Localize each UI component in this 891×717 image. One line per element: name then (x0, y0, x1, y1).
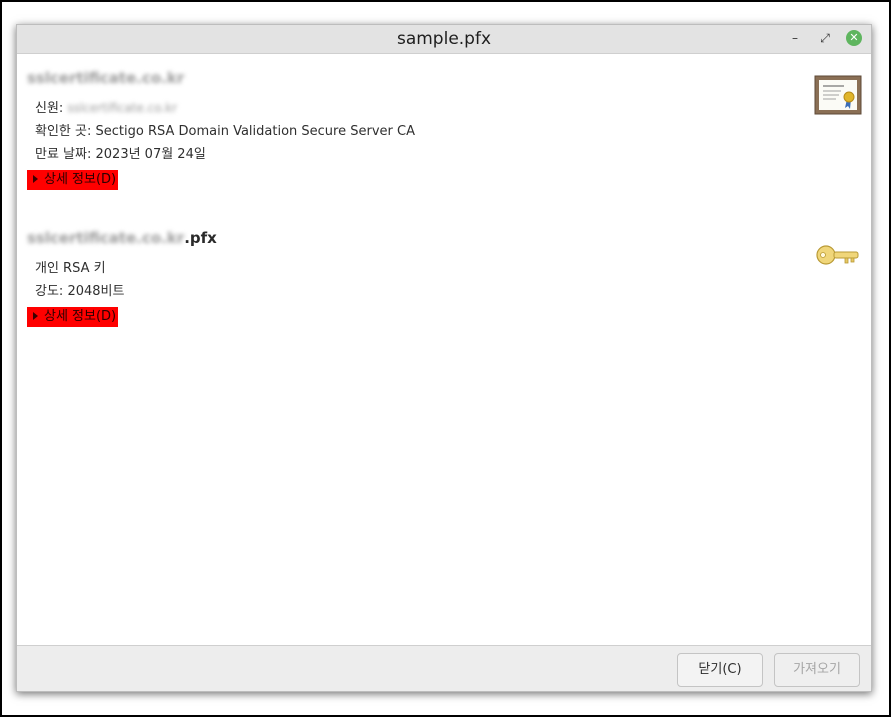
key-strength: 강도: 2048비트 (35, 280, 217, 299)
content-area: sslcertificate.co.kr 신원: sslcertificate.… (17, 54, 871, 645)
identity-value: sslcertificate.co.kr (67, 101, 178, 115)
key-details-expander[interactable]: 상세 정보(D) (27, 307, 119, 327)
screenshot-frame: sample.pfx – ⤢ ✕ sslcertificate.co.kr 신원… (0, 0, 891, 717)
issuer-label: 확인한 곳: (35, 124, 96, 139)
private-key-entry: sslcertificate.co.kr.pfx 개인 RSA 키 강도: 20… (27, 229, 217, 327)
certificate-expiry: 만료 날짜: 2023년 07월 24일 (35, 143, 415, 162)
strength-value: 2048비트 (67, 284, 125, 299)
issuer-value: Sectigo RSA Domain Validation Secure Ser… (95, 124, 415, 139)
pfx-viewer-window: sample.pfx – ⤢ ✕ sslcertificate.co.kr 신원… (16, 24, 872, 692)
expander-arrow-icon (33, 175, 38, 183)
details-label: 상세 정보(D) (44, 172, 117, 187)
import-button[interactable]: 가져오기 (774, 653, 860, 687)
close-window-button[interactable]: ✕ (846, 30, 862, 46)
key-type: 개인 RSA 키 (35, 261, 106, 276)
key-name-blurred: sslcertificate.co.kr (27, 229, 185, 247)
expiry-value: 2023년 07월 24일 (95, 147, 206, 162)
key-name-suffix: .pfx (184, 229, 217, 247)
button-bar: 닫기(C) 가져오기 (17, 645, 871, 691)
strength-label: 강도: (35, 284, 68, 299)
title-bar[interactable]: sample.pfx – ⤢ ✕ (17, 25, 871, 54)
certificate-name: sslcertificate.co.kr (27, 69, 415, 91)
close-button[interactable]: 닫기(C) (677, 653, 763, 687)
key-icon (816, 245, 859, 265)
minimize-button[interactable]: – (787, 30, 803, 46)
certificate-details-expander[interactable]: 상세 정보(D) (27, 170, 119, 190)
key-file-name: sslcertificate.co.kr.pfx (27, 229, 217, 251)
certificate-name-blurred: sslcertificate.co.kr (27, 69, 185, 87)
window-title: sample.pfx (396, 29, 492, 49)
expiry-label: 만료 날짜: (35, 147, 96, 162)
certificate-entry: sslcertificate.co.kr 신원: sslcertificate.… (27, 69, 415, 190)
expander-arrow-icon (33, 312, 38, 320)
certificate-issuer: 확인한 곳: Sectigo RSA Domain Validation Sec… (35, 120, 415, 139)
identity-label: 신원: (35, 101, 68, 116)
details-label: 상세 정보(D) (44, 309, 117, 324)
certificate-identity: 신원: sslcertificate.co.kr (35, 97, 415, 116)
maximize-button[interactable]: ⤢ (817, 30, 833, 46)
certificate-icon (814, 75, 862, 115)
